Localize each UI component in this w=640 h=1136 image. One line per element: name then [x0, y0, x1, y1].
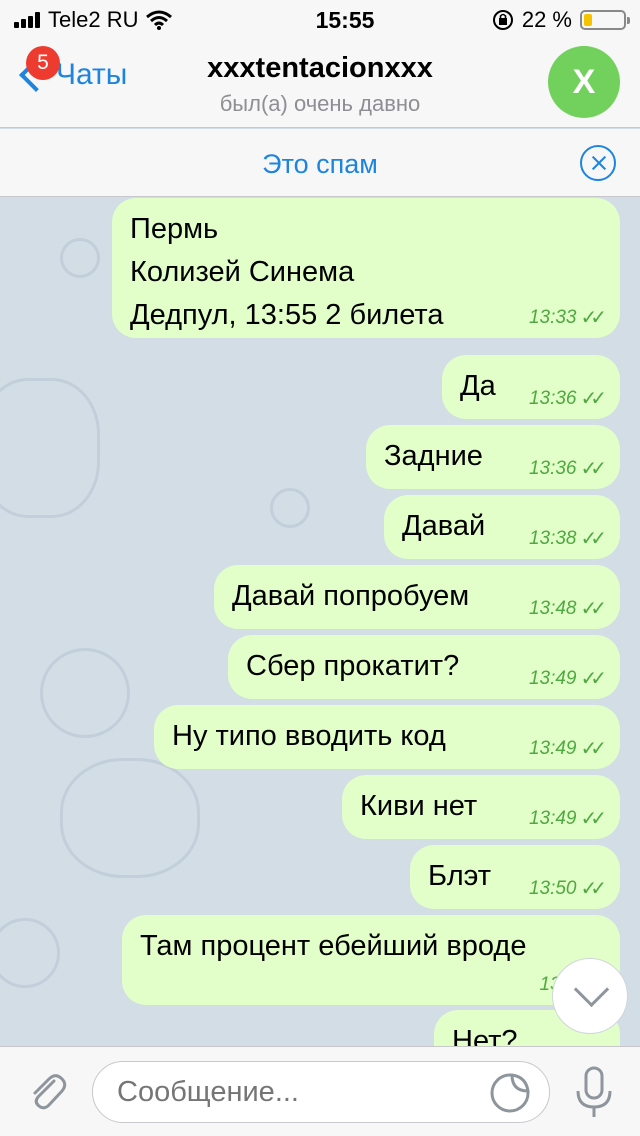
message-bubble[interactable]: Ну типо вводить код 13:49 ✓✓	[154, 705, 620, 769]
background-doodle	[40, 648, 130, 738]
message-input[interactable]	[92, 1061, 550, 1123]
message-bubble[interactable]: Давай попробуем 13:48 ✓✓	[214, 565, 620, 629]
read-receipt-icon: ✓✓	[580, 738, 606, 760]
background-doodle	[270, 488, 310, 528]
message-meta: 13:48 ✓✓	[528, 598, 607, 620]
message-bubble[interactable]: Задние 13:36 ✓✓	[366, 425, 620, 489]
last-seen-status: был(а) очень давно	[219, 91, 421, 116]
message-meta: 13:50 ✓✓	[528, 878, 607, 900]
background-doodle	[60, 758, 200, 878]
status-left: Tele2 RU	[14, 7, 244, 33]
background-doodle	[0, 918, 60, 988]
spam-report-bar: Это спам	[0, 129, 640, 197]
unread-badge: 5	[26, 46, 60, 80]
avatar[interactable]: X	[548, 46, 620, 118]
message-bubble[interactable]: Киви нет 13:49 ✓✓	[342, 775, 620, 839]
signal-icon	[14, 12, 40, 28]
battery-percent: 22 %	[521, 7, 572, 32]
microphone-icon[interactable]	[572, 1065, 616, 1121]
carrier-label: Tele2 RU	[48, 7, 139, 32]
status-bar: Tele2 RU 15:55 22 %	[0, 0, 640, 40]
read-receipt-icon: ✓✓	[580, 668, 606, 690]
message-time: 13:36	[528, 458, 577, 479]
message-text: Там процент ебейший вроде	[140, 930, 527, 962]
back-label: Чаты	[56, 58, 128, 91]
read-receipt-icon: ✓✓	[580, 878, 606, 900]
report-spam-button[interactable]: Это спам	[0, 149, 640, 180]
background-doodle	[60, 238, 100, 278]
message-bubble[interactable]: Пермь Колизей Синема Дедпул, 13:55 2 бил…	[112, 198, 620, 338]
message-meta: 13:36 ✓✓	[528, 388, 607, 410]
wifi-icon	[146, 10, 173, 30]
close-icon[interactable]	[580, 145, 616, 181]
read-receipt-icon: ✓✓	[580, 388, 606, 410]
message-bubble[interactable]: Давай 13:38 ✓✓	[384, 495, 620, 559]
read-receipt-icon: ✓✓	[580, 528, 606, 550]
message-bubble[interactable]: Да 13:36 ✓✓	[442, 355, 620, 419]
battery-level	[584, 14, 593, 26]
message-time: 13:49	[528, 668, 577, 689]
chat-area[interactable]: Пермь Колизей Синема Дедпул, 13:55 2 бил…	[0, 198, 640, 1046]
message-time: 13:49	[528, 738, 577, 759]
background-doodle	[0, 378, 100, 518]
paperclip-icon[interactable]	[24, 1069, 68, 1113]
message-meta: 13:38 ✓✓	[528, 528, 607, 550]
message-meta: 13:33 ✓✓	[528, 307, 607, 329]
message-time: 13:33	[528, 307, 577, 328]
message-bubble[interactable]: Блэт 13:50 ✓✓	[410, 845, 620, 909]
message-time: 13:38	[528, 528, 577, 549]
message-bubble[interactable]: Там процент ебейший вроде13:5✓✓	[122, 915, 620, 1005]
nav-bar: Чаты 5 xxxtentacionxxx был(а) очень давн…	[0, 40, 640, 128]
read-receipt-icon: ✓✓	[580, 598, 606, 620]
orientation-lock-icon	[492, 10, 513, 30]
read-receipt-icon: ✓✓	[580, 307, 606, 329]
chevron-down-icon[interactable]	[552, 958, 628, 1034]
battery-icon	[580, 10, 630, 30]
message-time: 13:48	[528, 598, 577, 619]
message-time: 13:36	[528, 388, 577, 409]
read-receipt-icon: ✓✓	[580, 458, 606, 480]
message-meta: 13:36 ✓✓	[528, 458, 607, 480]
message-bubble[interactable]: Сбер прокатит? 13:49 ✓✓	[228, 635, 620, 699]
read-receipt-icon: ✓✓	[580, 808, 606, 830]
message-meta: 13:49 ✓✓	[528, 808, 607, 830]
clock: 15:55	[315, 6, 375, 33]
input-bar	[0, 1046, 640, 1136]
message-meta: 13:49 ✓✓	[528, 738, 607, 760]
message-meta: 13:49 ✓✓	[528, 668, 607, 690]
message-time: 13:49	[528, 808, 577, 829]
sticker-icon[interactable]	[490, 1073, 530, 1113]
message-time: 13:50	[528, 878, 577, 899]
status-right: 22 %	[426, 7, 630, 33]
